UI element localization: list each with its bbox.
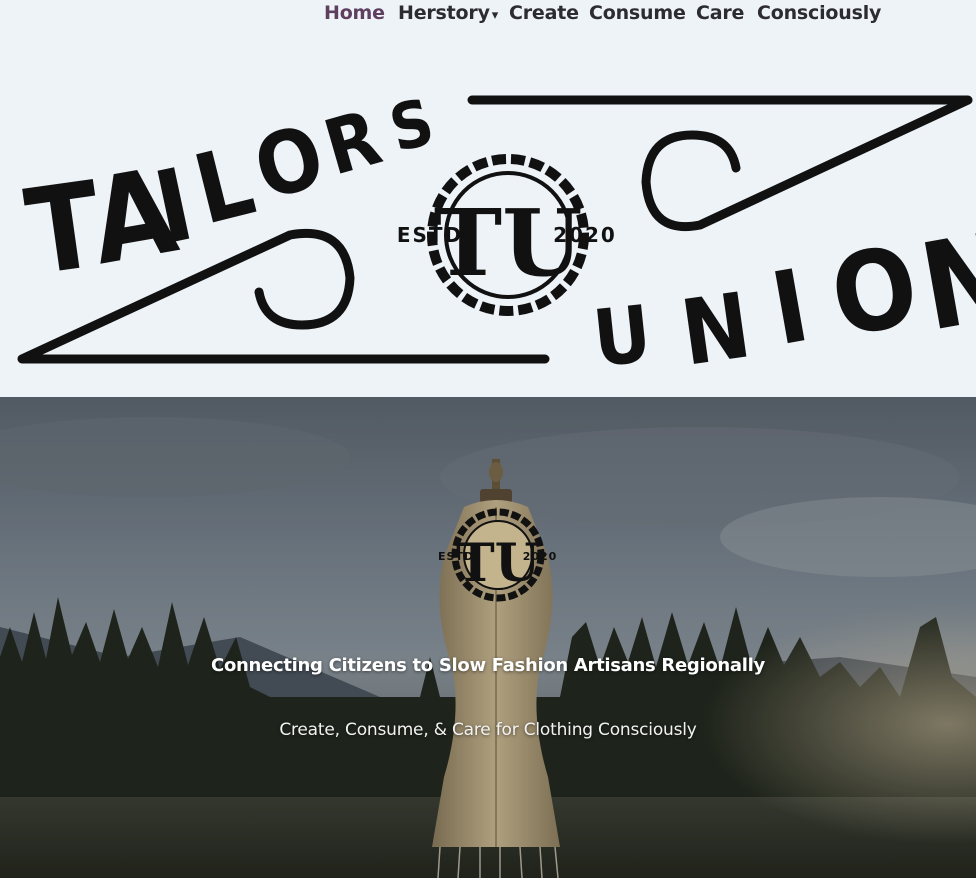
logo-letter: U xyxy=(589,289,655,380)
estd-year: 2020 xyxy=(553,223,617,247)
nav-item-consume[interactable]: Consume xyxy=(589,2,686,24)
hero-subheading: Create, Consume, & Care for Clothing Con… xyxy=(279,720,697,740)
logo-letter: I xyxy=(763,247,816,368)
logo-letter: S xyxy=(383,86,441,168)
hero-heading: Connecting Citizens to Slow Fashion Arti… xyxy=(211,655,765,676)
nav-item-herstory-label: Herstory xyxy=(398,2,490,24)
hero-background-image: TU ESTD 2020 xyxy=(0,397,976,878)
estd-label: ESTD xyxy=(397,223,463,247)
logo-artwork: T A I L O R S U N I O N TU ESTD 2020 xyxy=(17,86,976,380)
nav-item-herstory[interactable]: Herstory ▾ xyxy=(398,2,498,24)
nav-item-care[interactable]: Care xyxy=(696,2,744,24)
hero-badge-monogram: TU xyxy=(456,533,540,594)
nav-item-create[interactable]: Create xyxy=(509,2,579,24)
hero-estd-year: 2020 xyxy=(523,550,558,563)
nav-item-home[interactable]: Home xyxy=(324,2,385,24)
tailors-union-logo[interactable]: T A I L O R S U N I O N TU ESTD 2020 xyxy=(0,60,976,380)
logo-letter: O xyxy=(822,221,927,362)
hero-section: TU ESTD 2020 Connecting Citizens to Slow… xyxy=(0,397,976,878)
nav-item-consciously[interactable]: Consciously xyxy=(757,2,881,24)
hero-estd-label: ESTD xyxy=(438,550,474,563)
main-nav: Home Herstory ▾ Create Consume Care Consc… xyxy=(0,0,976,30)
badge-icon: TU ESTD 2020 xyxy=(397,154,617,316)
chevron-down-icon: ▾ xyxy=(491,8,499,23)
logo-letter: N xyxy=(675,273,757,380)
